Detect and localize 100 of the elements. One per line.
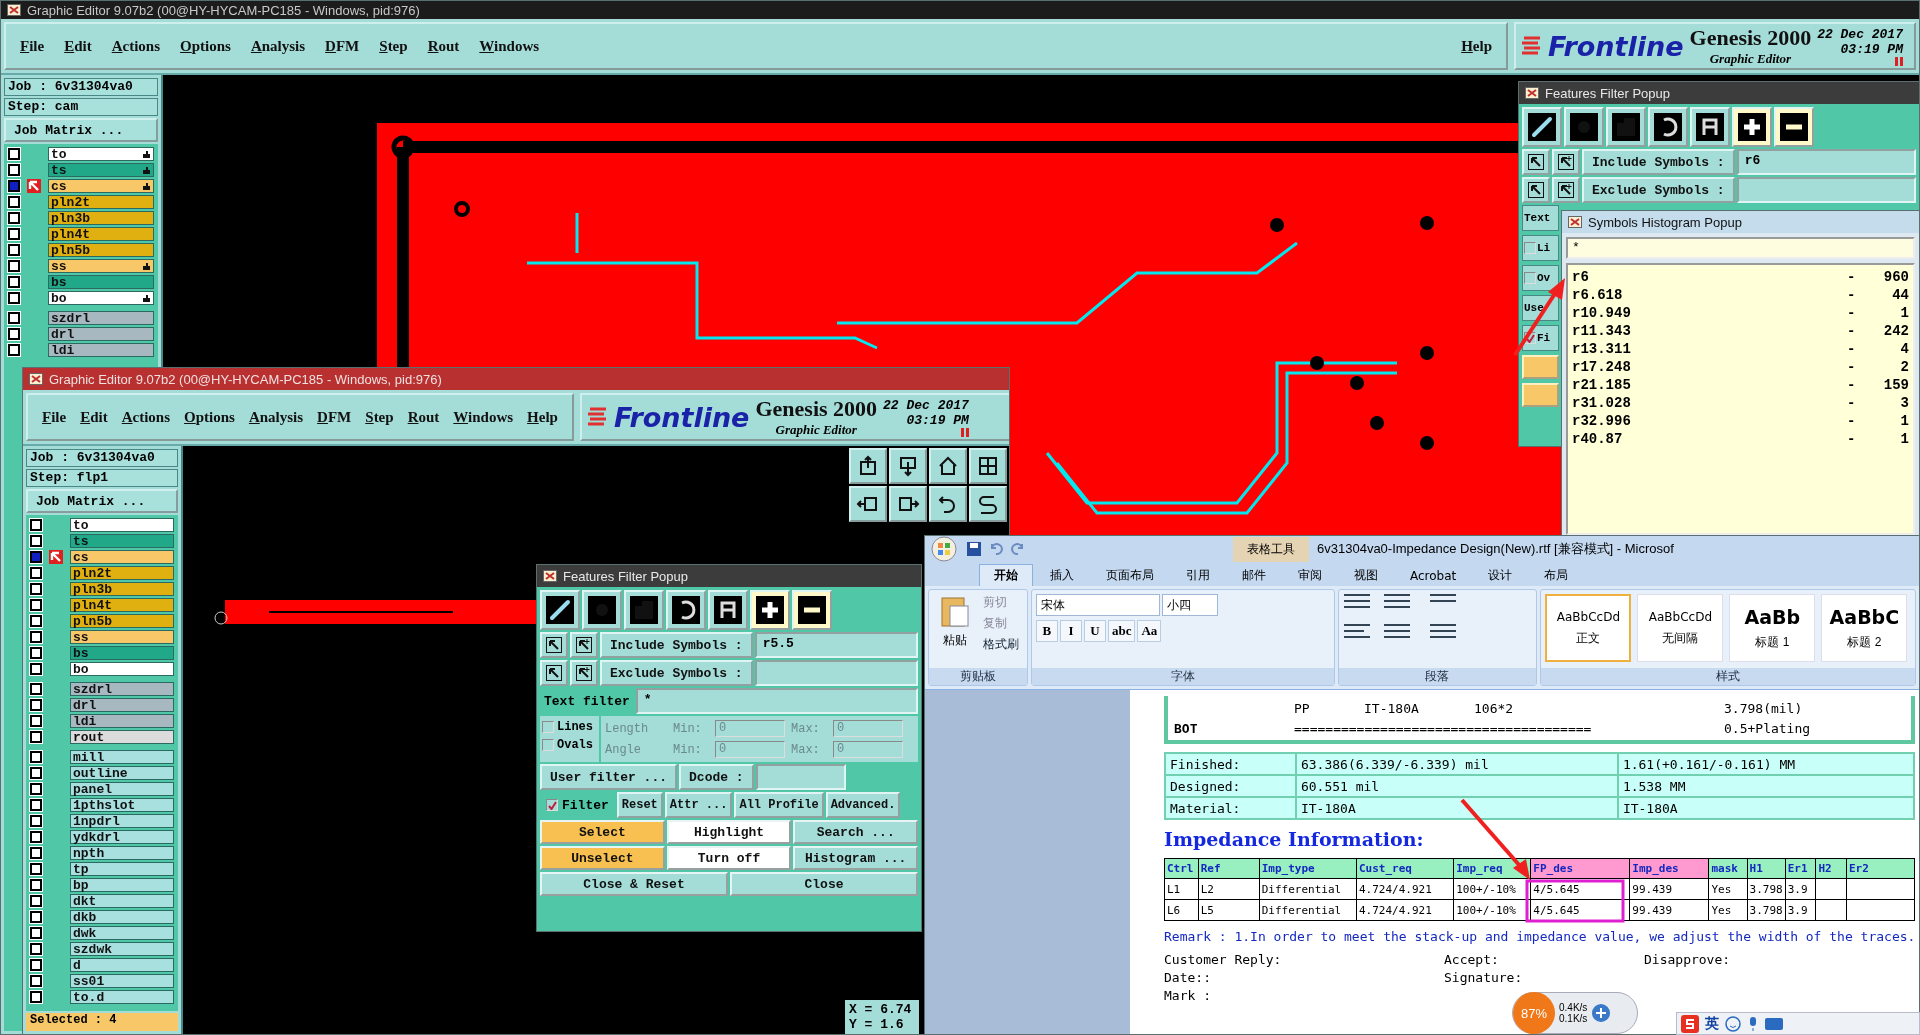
layer-name[interactable]: bp [70,878,174,892]
layer-name[interactable]: ts [48,163,154,177]
layer-checkbox[interactable] [8,276,20,288]
style-tile[interactable]: AaBbCcDd 无间隔 [1637,594,1724,662]
symbols-field[interactable]: r6 [1736,149,1916,175]
font-size-field[interactable]: 小四 [1161,594,1218,616]
layer-checkbox[interactable] [30,663,42,675]
layer-name[interactable]: npth [70,846,174,860]
ribbon-tab[interactable]: 审阅 [1283,564,1337,586]
layer-checkbox[interactable] [30,831,42,843]
pick-button[interactable] [540,660,568,686]
layer-name[interactable]: rout [70,730,174,744]
toolbar-button[interactable] [849,486,887,522]
ribbon-tab[interactable]: 邮件 [1227,564,1281,586]
menu-item[interactable]: Windows [479,37,540,55]
pick-add-button[interactable] [570,660,598,686]
layer-checkbox[interactable] [30,991,42,1003]
layer-name[interactable]: pln2t [48,195,154,209]
pick-button[interactable] [540,632,568,658]
layer-name[interactable]: d [70,958,174,972]
layer-checkbox[interactable] [8,292,20,304]
layer-checkbox[interactable] [30,799,42,811]
symbols-button[interactable]: Include Symbols : [1582,149,1735,175]
menu-item[interactable]: File [42,408,67,426]
toolbar-button[interactable] [929,448,967,484]
layer-checkbox[interactable] [30,683,42,695]
layer-name[interactable]: dkt [70,894,174,908]
symbols-button[interactable]: Include Symbols : [600,632,753,658]
layer-checkbox[interactable] [30,863,42,875]
layer-checkbox[interactable] [30,647,42,659]
layer-checkbox[interactable] [8,148,20,160]
layer-name[interactable]: pln3b [48,211,154,225]
job-matrix-button[interactable]: Job Matrix ... [26,489,178,513]
text-filter-field[interactable]: * [635,688,918,714]
layer-checkbox[interactable] [30,975,42,987]
option-button[interactable]: All Profile [734,792,824,818]
layer-checkbox[interactable] [8,196,20,208]
menu-item[interactable]: Help [1461,37,1492,55]
format-button[interactable]: I [1059,620,1082,642]
layer-checkbox[interactable] [30,959,42,971]
layer-checkbox[interactable] [30,815,42,827]
ribbon-tab[interactable]: 开始 [979,564,1033,586]
menu-item[interactable]: Options [184,408,235,426]
layer-name[interactable]: ts [70,534,174,548]
layer-name[interactable]: pln4t [70,598,174,612]
style-tile[interactable]: AaBb 标题 1 [1729,594,1816,662]
layer-name[interactable]: 1npdrl [70,814,174,828]
action-button[interactable]: Select [540,820,665,844]
layer-checkbox[interactable] [30,731,42,743]
layer-name[interactable]: ss [48,259,154,273]
ribbon-tab[interactable]: 引用 [1171,564,1225,586]
action-button[interactable]: Search ... [793,820,918,844]
layer-name[interactable]: dkb [70,910,174,924]
action-button[interactable]: Highlight [666,820,792,844]
layer-checkbox[interactable] [8,260,20,272]
symbols-button[interactable]: Exclude Symbols : [600,660,753,686]
menu-item[interactable]: Analysis [250,37,306,55]
layer-checkbox[interactable] [8,312,20,324]
layer-checkbox[interactable] [30,699,42,711]
layer-checkbox[interactable] [8,164,20,176]
feature-type-button[interactable] [540,590,580,630]
layer-name[interactable]: cs [70,550,174,564]
layer-name[interactable]: mill [70,750,174,764]
s-logo-icon[interactable] [1681,1014,1699,1033]
layer-checkbox[interactable] [8,328,20,340]
ribbon-tab[interactable]: Acrobat [1395,564,1472,586]
pick-add-button[interactable] [1552,149,1580,175]
filter-checkbox[interactable]: Ov [1522,265,1559,291]
format-button[interactable]: Aa [1137,620,1162,642]
menu-item[interactable]: Step [379,37,408,55]
layer-name[interactable]: szdwk [70,942,174,956]
ribbon-tab[interactable]: 页面布局 [1091,564,1169,586]
smiley-icon[interactable] [1725,1015,1741,1032]
symbols-field[interactable] [1736,177,1916,203]
layer-name[interactable]: bo [48,291,154,305]
style-tile[interactable]: AaBbC 标题 2 [1821,594,1908,662]
layer-checkbox[interactable] [30,551,42,563]
menu-item[interactable]: Options [180,37,231,55]
toolbar-button[interactable] [889,486,927,522]
layer-name[interactable]: ldi [70,714,174,728]
layer-name[interactable]: ss01 [70,974,174,988]
option-button[interactable]: Reset [616,792,663,818]
layer-name[interactable]: cs [48,179,154,193]
feature-type-button[interactable] [1564,107,1604,147]
menu-item[interactable]: Edit [80,408,108,426]
layer-checkbox[interactable] [30,847,42,859]
feature-type-button[interactable] [792,590,832,630]
symbols-field[interactable]: r5.5 [754,632,918,658]
layer-name[interactable]: bs [48,275,154,289]
format-button[interactable]: abc [1107,620,1136,642]
layer-checkbox[interactable] [30,783,42,795]
layer-name[interactable]: pln5b [48,243,154,257]
feature-type-button[interactable] [582,590,622,630]
layer-name[interactable]: drl [70,698,174,712]
layer-checkbox[interactable] [30,767,42,779]
microphone-icon[interactable] [1747,1015,1759,1032]
layer-name[interactable]: tp [70,862,174,876]
menu-item[interactable]: Edit [64,37,92,55]
menu-item[interactable]: DFM [317,408,352,426]
layer-checkbox[interactable] [8,212,20,224]
